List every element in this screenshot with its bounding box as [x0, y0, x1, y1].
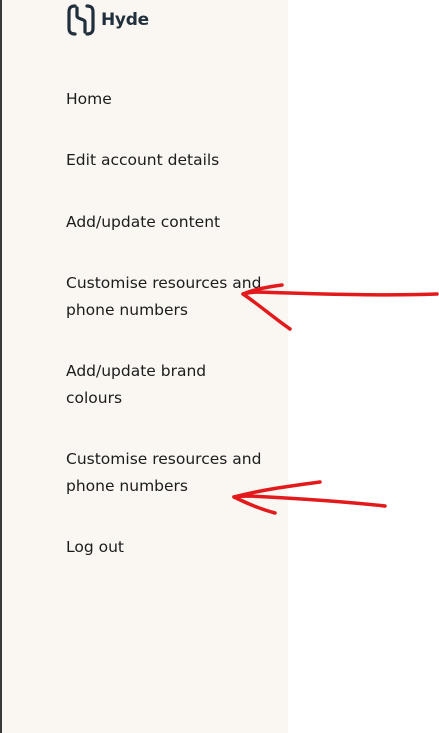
hyde-logo-icon — [67, 4, 95, 36]
sidebar-item-add-content[interactable]: Add/update content — [66, 209, 266, 236]
sidebar-item-log-out[interactable]: Log out — [66, 534, 266, 561]
sidebar-item-customise-resources-1[interactable]: Customise resources and phone numbers — [66, 270, 266, 324]
brand-logo[interactable]: Hyde — [66, 3, 149, 37]
brand-name: Hyde — [101, 10, 149, 30]
sidebar-item-brand-colours[interactable]: Add/update brand colours — [66, 358, 266, 412]
sidebar-item-home[interactable]: Home — [66, 86, 266, 113]
sidebar-item-customise-resources-2[interactable]: Customise resources and phone numbers — [66, 446, 266, 500]
sidebar: Hyde Home Edit account details Add/updat… — [2, 0, 288, 733]
sidebar-item-edit-account[interactable]: Edit account details — [66, 147, 266, 174]
